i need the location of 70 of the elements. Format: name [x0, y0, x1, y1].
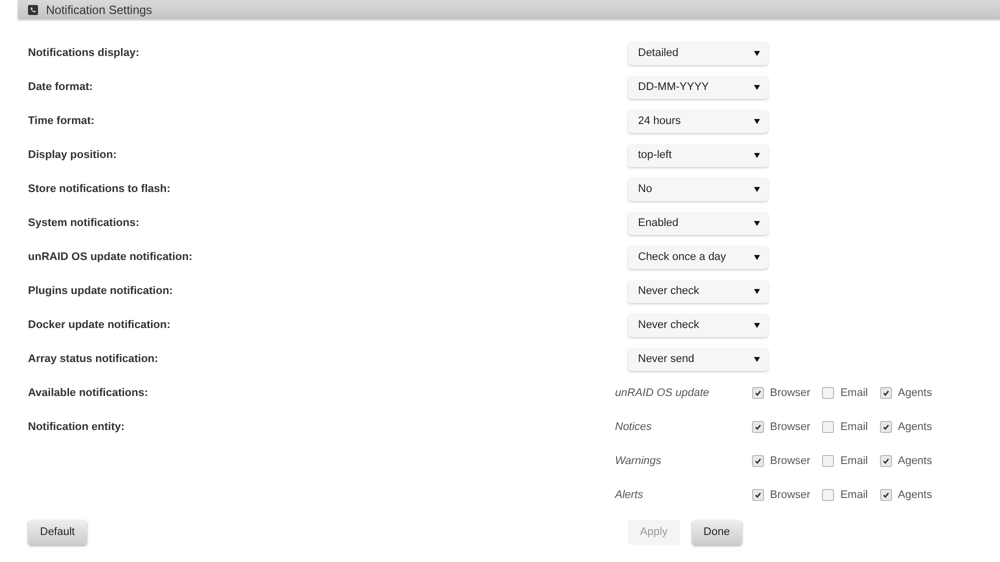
- caret-icon: [754, 254, 760, 260]
- entity-name: Warnings: [615, 455, 662, 467]
- caret-icon: [754, 50, 760, 56]
- checkbox-label: Email: [840, 455, 868, 467]
- caret-icon: [754, 186, 760, 192]
- setting-label: Display position:: [28, 149, 118, 161]
- setting-label: Time format:: [28, 115, 96, 127]
- setting-label: Plugins update notification:: [28, 285, 174, 297]
- default-button[interactable]: Default: [28, 520, 87, 544]
- check-icon: [882, 457, 890, 465]
- checkbox-label: Agents: [898, 387, 932, 399]
- checkbox[interactable]: [880, 455, 892, 467]
- checkbox[interactable]: [752, 489, 764, 501]
- checkbox[interactable]: [880, 387, 892, 399]
- dropdown[interactable]: Enabled: [628, 212, 768, 234]
- panel-title: Notification Settings: [46, 2, 152, 16]
- dropdown[interactable]: No: [628, 178, 768, 200]
- entity-name: unRAID OS update: [615, 387, 710, 399]
- dropdown[interactable]: top-left: [628, 144, 768, 166]
- checkbox[interactable]: [880, 421, 892, 433]
- checkbox[interactable]: [752, 455, 764, 467]
- check-icon: [882, 491, 890, 499]
- caret-icon: [754, 356, 760, 362]
- dropdown[interactable]: 24 hours: [628, 110, 768, 132]
- dropdown[interactable]: Check once a day: [628, 246, 768, 268]
- checkbox-label: Email: [840, 489, 868, 501]
- dropdown[interactable]: DD-MM-YYYY: [628, 76, 768, 98]
- checkbox[interactable]: [752, 421, 764, 433]
- checkbox-label: Browser: [770, 421, 810, 433]
- checkbox-label: Email: [840, 421, 868, 433]
- check-icon: [754, 423, 762, 431]
- caret-icon: [754, 152, 760, 158]
- setting-label: Store notifications to flash:: [28, 183, 172, 195]
- dropdown[interactable]: Never send: [628, 348, 768, 370]
- setting-label: Array status notification:: [28, 353, 160, 365]
- dropdown[interactable]: Detailed: [628, 42, 768, 64]
- checkbox[interactable]: [822, 387, 834, 399]
- checkbox[interactable]: [822, 489, 834, 501]
- checkbox-label: Browser: [770, 387, 810, 399]
- dropdown[interactable]: Never check: [628, 314, 768, 336]
- check-icon: [754, 491, 762, 499]
- check-icon: [754, 457, 762, 465]
- checkbox-label: Browser: [770, 455, 810, 467]
- check-icon: [882, 389, 890, 397]
- checkbox-label: Agents: [898, 489, 932, 501]
- setting-label: Docker update notification:: [28, 319, 172, 331]
- caret-icon: [754, 288, 760, 294]
- checkbox[interactable]: [822, 455, 834, 467]
- caret-icon: [754, 118, 760, 124]
- setting-label: unRAID OS update notification:: [28, 251, 194, 263]
- setting-label: Notifications display:: [28, 47, 140, 59]
- entity-name: Alerts: [615, 489, 644, 501]
- entity-name: Notices: [615, 421, 653, 433]
- checkbox-label: Agents: [898, 421, 932, 433]
- caret-icon: [754, 220, 760, 226]
- setting-label: Date format:: [28, 81, 94, 93]
- done-button[interactable]: Done: [692, 520, 742, 544]
- setting-label: System notifications:: [28, 217, 140, 229]
- dropdown[interactable]: Never check: [628, 280, 768, 302]
- check-icon: [754, 389, 762, 397]
- check-icon: [882, 423, 890, 431]
- phone-icon: [28, 4, 38, 14]
- checkbox[interactable]: [822, 421, 834, 433]
- checkbox[interactable]: [752, 387, 764, 399]
- caret-icon: [754, 84, 760, 90]
- checkbox-label: Email: [840, 387, 868, 399]
- checkbox-label: Browser: [770, 489, 810, 501]
- caret-icon: [754, 322, 760, 328]
- checkbox-label: Agents: [898, 455, 932, 467]
- checkbox[interactable]: [880, 489, 892, 501]
